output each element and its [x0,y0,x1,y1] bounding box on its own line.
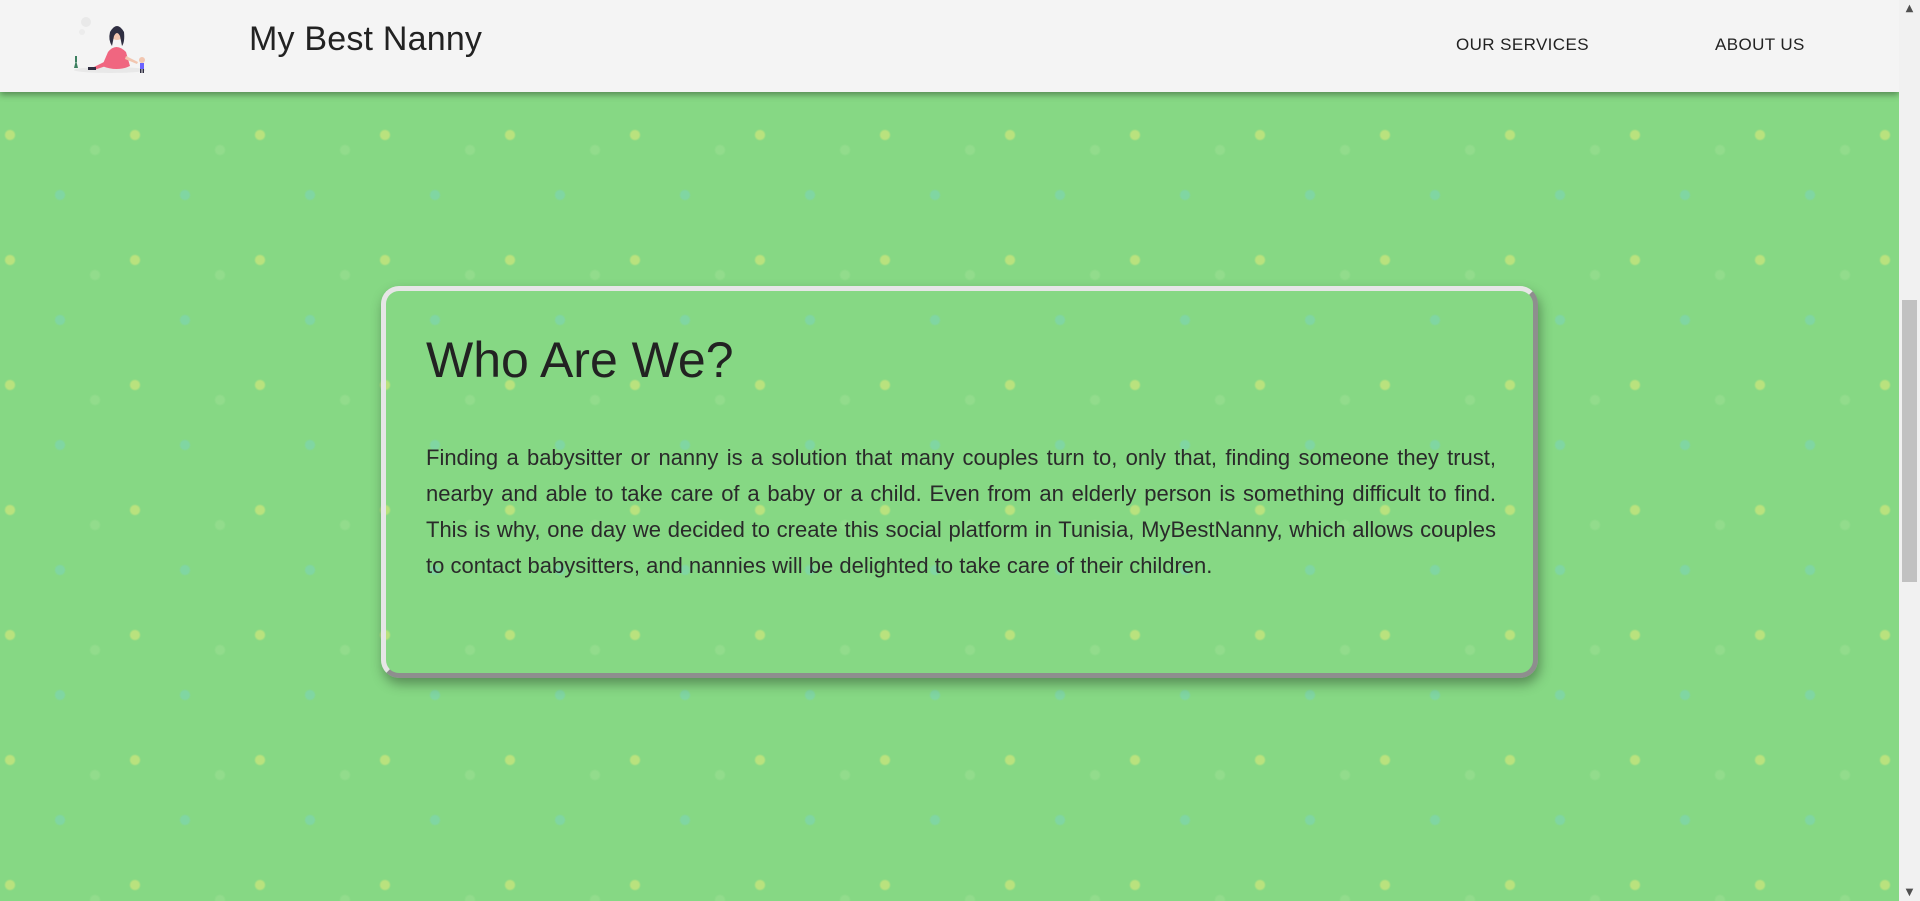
page-scrollbar[interactable]: ▲ ▼ [1899,0,1920,901]
arrow-down-icon[interactable]: ▼ [1899,884,1920,901]
logo-icon[interactable] [70,12,156,78]
about-title: Who Are We? [426,332,734,388]
nav-link-our-services[interactable]: OUR SERVICES [1456,35,1589,55]
site-header: My Best Nanny OUR SERVICES ABOUT US [0,0,1899,92]
scrollbar-thumb[interactable] [1902,300,1917,582]
page: My Best Nanny OUR SERVICES ABOUT US Who … [0,0,1920,901]
about-description: Finding a babysitter or nanny is a solut… [426,445,1496,578]
site-title[interactable]: My Best Nanny [249,20,482,59]
about-card: Who Are We? Finding a babysitter or nann… [381,286,1538,678]
arrow-up-icon[interactable]: ▲ [1899,0,1920,17]
nanny-illustration-icon [74,17,146,73]
nav-link-about-us[interactable]: ABOUT US [1715,35,1805,55]
